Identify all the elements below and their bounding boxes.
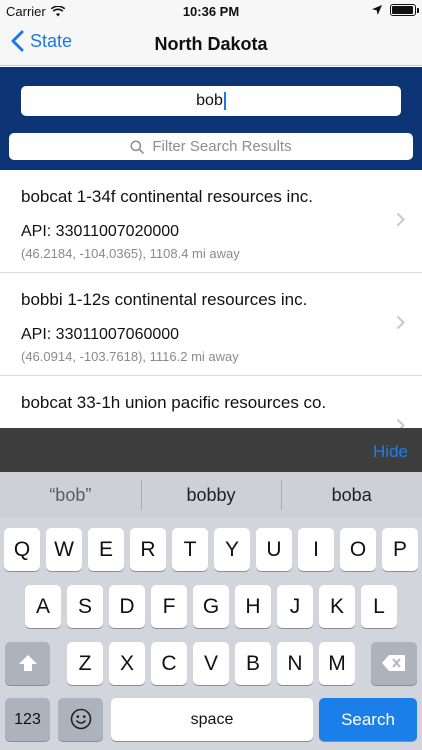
hide-keyboard-button[interactable]: Hide [373,442,408,462]
list-item[interactable]: bobcat 1-34f continental resources inc. … [0,170,422,273]
key-a[interactable]: A [25,585,61,628]
numbers-key[interactable]: 123 [5,698,50,741]
navigation-bar: State North Dakota [0,22,422,66]
key-f[interactable]: F [151,585,187,628]
result-title: bobbi 1-12s continental resources inc. [21,290,308,309]
battery-icon [390,4,419,16]
key-t[interactable]: T [172,528,208,571]
key-q[interactable]: Q [4,528,40,571]
status-time: 10:36 PM [182,4,240,19]
key-z[interactable]: Z [67,642,103,685]
search-header: bob Filter Search Results [0,67,422,170]
search-key[interactable]: Search [319,698,417,741]
key-n[interactable]: N [277,642,313,685]
status-bar: Carrier 10:36 PM [0,0,422,22]
result-title: bobcat 1-34f continental resources inc. [21,187,314,206]
suggestion-item[interactable]: bobby [140,472,282,518]
results-list: bobcat 1-34f continental resources inc. … [0,170,422,428]
key-c[interactable]: C [151,642,187,685]
shift-key[interactable] [5,642,50,685]
search-input[interactable]: bob [21,86,401,116]
key-w[interactable]: W [46,528,82,571]
filter-placeholder: Filter Search Results [152,138,292,155]
key-l[interactable]: L [361,585,397,628]
result-location: (46.2184, -104.0365), 1108.4 mi away [21,246,240,261]
shift-icon [18,655,37,671]
key-o[interactable]: O [340,528,376,571]
list-item[interactable]: bobcat 33-1h union pacific resources co. [0,376,422,428]
emoji-icon [70,708,91,730]
keyboard: “bob” bobby boba QWERTYUIOP ASDFGHJKL ZX… [0,472,422,750]
key-m[interactable]: M [319,642,355,685]
suggestion-item[interactable]: “bob” [0,472,141,518]
result-api: API: 33011007020000 [21,223,180,240]
status-right [372,4,419,16]
result-title: bobcat 33-1h union pacific resources co. [21,393,327,412]
key-s[interactable]: S [67,585,103,628]
text-caret [223,92,226,110]
page-title: North Dakota [154,34,268,54]
key-d[interactable]: D [109,585,145,628]
suggestion-item[interactable]: boba [281,472,422,518]
location-arrow-icon [372,5,382,15]
key-e[interactable]: E [88,528,124,571]
chevron-right-icon [396,418,405,428]
key-p[interactable]: P [382,528,418,571]
key-h[interactable]: H [235,585,271,628]
key-r[interactable]: R [130,528,166,571]
key-k[interactable]: K [319,585,355,628]
list-item[interactable]: bobbi 1-12s continental resources inc. A… [0,273,422,376]
emoji-key[interactable] [58,698,103,741]
result-api: API: 33011007060000 [21,326,180,343]
search-icon [130,139,145,154]
key-i[interactable]: I [298,528,334,571]
delete-icon [382,655,405,671]
key-u[interactable]: U [256,528,292,571]
delete-key[interactable] [371,642,417,685]
predictive-bar: “bob” bobby boba [0,472,422,518]
key-b[interactable]: B [235,642,271,685]
key-g[interactable]: G [193,585,229,628]
key-x[interactable]: X [109,642,145,685]
space-key[interactable]: space [111,698,313,741]
filter-search-field[interactable]: Filter Search Results [9,133,413,160]
key-v[interactable]: V [193,642,229,685]
key-y[interactable]: Y [214,528,250,571]
chevron-right-icon [396,212,405,227]
chevron-right-icon [396,315,405,330]
key-j[interactable]: J [277,585,313,628]
search-input-value: bob [196,92,223,109]
result-location: (46.0914, -103.7618), 1116.2 mi away [21,349,239,364]
keyboard-accessory-bar: Hide [0,428,422,472]
